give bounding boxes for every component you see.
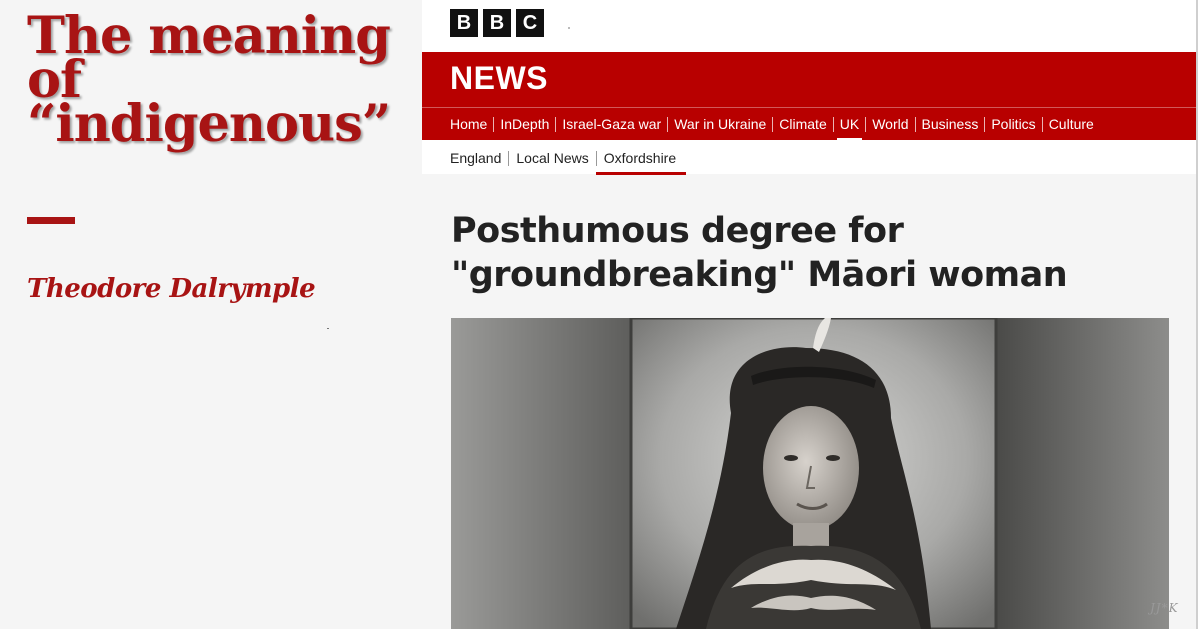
nav-item-politics[interactable]: Politics (985, 114, 1041, 134)
nav-item-home[interactable]: Home (450, 114, 493, 134)
bbc-logo-letter: B (483, 9, 511, 37)
portrait-illustration (451, 318, 1169, 629)
primary-nav: Home InDepth Israel-Gaza war War in Ukra… (450, 113, 1100, 141)
stray-mark (327, 328, 329, 329)
nav-item-culture[interactable]: Culture (1043, 114, 1100, 134)
bbc-logo[interactable]: B B C (450, 9, 544, 37)
nav-item-climate[interactable]: Climate (773, 114, 832, 134)
bbc-logo-letter: C (516, 9, 544, 37)
nav-item-world[interactable]: World (866, 114, 914, 134)
banner-divider (422, 107, 1198, 108)
article-title: The meaning of “indigenous” (27, 6, 417, 154)
subnav-item-oxfordshire[interactable]: Oxfordshire (595, 149, 687, 175)
headline-line: "groundbreaking" Māori woman (451, 255, 1068, 295)
headline-line: Posthumous degree for (451, 211, 904, 251)
article-title-line: The meaning (27, 6, 391, 66)
article-photo (451, 318, 1169, 629)
news-section-title[interactable]: NEWS (450, 60, 548, 97)
title-divider (27, 217, 75, 224)
subnav-item-local-news[interactable]: Local News (509, 149, 595, 167)
article-panel: The meaning of “indigenous” Theodore Dal… (0, 0, 422, 629)
nav-item-war-in-ukraine[interactable]: War in Ukraine (668, 114, 772, 134)
article-title-line: “indigenous” (27, 94, 391, 154)
nav-item-uk[interactable]: UK (834, 114, 865, 141)
nav-item-israel-gaza-war[interactable]: Israel-Gaza war (556, 114, 667, 134)
secondary-nav: England Local News Oxfordshire (450, 148, 687, 175)
nav-item-business[interactable]: Business (916, 114, 985, 134)
article-headline: Posthumous degree for "groundbreaking" M… (451, 209, 1171, 297)
stray-mark (568, 27, 570, 29)
nav-item-indepth[interactable]: InDepth (494, 114, 555, 134)
watermark: JJ*K (1150, 601, 1179, 615)
subnav-item-england[interactable]: England (450, 149, 508, 167)
article-author[interactable]: Theodore Dalrymple (27, 274, 316, 304)
bbc-logo-letter: B (450, 9, 478, 37)
